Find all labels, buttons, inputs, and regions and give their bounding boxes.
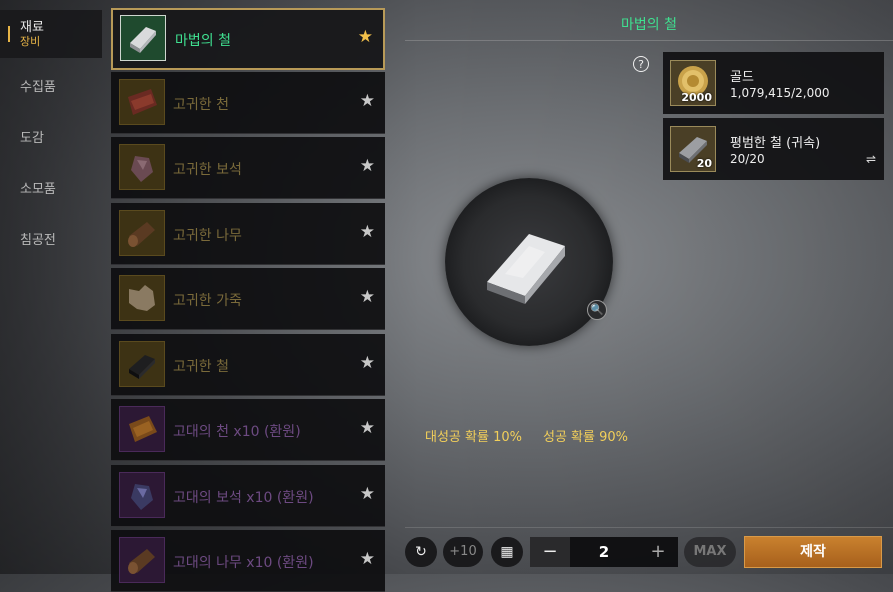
- nav-item-consumables[interactable]: 소모품: [0, 163, 102, 211]
- wood-log-icon: [119, 210, 165, 256]
- star-icon[interactable]: ★: [360, 419, 375, 437]
- iron-bar-icon: [487, 234, 565, 304]
- recipe-list: 마법의 철 ★ 고귀한 천 ★ 고귀한 보석 ★ 고귀한 나무 ★ 고귀한 가죽…: [110, 8, 386, 592]
- nav-item-label: 침공전: [20, 232, 56, 248]
- help-icon[interactable]: ?: [633, 56, 649, 72]
- nav-item-invasion[interactable]: 침공전: [0, 214, 102, 262]
- star-icon[interactable]: ★: [360, 223, 375, 241]
- list-item-label: 고귀한 나무: [173, 228, 242, 244]
- star-icon[interactable]: ★: [360, 157, 375, 175]
- list-item[interactable]: 고대의 천 x10 (환원) ★: [111, 399, 385, 461]
- active-indicator: [8, 26, 10, 42]
- gem-icon: [119, 472, 165, 518]
- material-qty: 2000: [681, 91, 712, 104]
- item-preview: [445, 178, 613, 346]
- list-item-label: 마법의 철: [175, 33, 231, 49]
- material-iron[interactable]: 20 평범한 철 (귀속) 20/20 ⇌: [663, 118, 884, 180]
- nav-item-materials[interactable]: 재료 장비: [0, 10, 102, 58]
- nav-item-label: 수집품: [20, 79, 56, 95]
- list-item[interactable]: 고귀한 천 ★: [111, 72, 385, 134]
- cloth-icon: [119, 406, 165, 452]
- wood-log-icon: [119, 537, 165, 583]
- quantity-value[interactable]: 2: [570, 537, 638, 567]
- material-count: 20/20: [730, 152, 765, 166]
- nav-item-label: 재료: [20, 19, 44, 35]
- decrease-button[interactable]: −: [530, 537, 570, 567]
- swap-icon[interactable]: ⇌: [866, 152, 876, 166]
- title-divider: [405, 40, 893, 41]
- list-item-label: 고귀한 철: [173, 359, 229, 375]
- list-item-label: 고대의 천 x10 (환원): [173, 424, 301, 440]
- gold-coin-icon: 2000: [670, 60, 716, 106]
- star-icon[interactable]: ★: [360, 354, 375, 372]
- list-item-label: 고대의 보석 x10 (환원): [173, 490, 314, 506]
- success-rate: 성공 확률 90%: [543, 430, 628, 445]
- max-button[interactable]: MAX: [684, 537, 736, 567]
- list-item[interactable]: 고귀한 가죽 ★: [111, 268, 385, 330]
- list-item[interactable]: 고귀한 철 ★: [111, 334, 385, 396]
- list-item-label: 고귀한 천: [173, 97, 229, 113]
- zoom-icon[interactable]: 🔍: [587, 300, 607, 320]
- category-nav: 재료 장비 수집품 도감 소모품 침공전: [0, 0, 104, 574]
- material-count: 1,079,415/2,000: [730, 86, 830, 100]
- list-item[interactable]: 고귀한 나무 ★: [111, 203, 385, 265]
- cloth-icon: [119, 79, 165, 125]
- item-title: 마법의 철: [621, 17, 677, 33]
- gem-icon: [119, 144, 165, 190]
- iron-bar-icon: [120, 15, 166, 61]
- material-name: 골드: [730, 70, 754, 85]
- iron-bar-icon: 20: [670, 126, 716, 172]
- star-icon[interactable]: ★: [360, 92, 375, 110]
- nav-item-codex[interactable]: 도감: [0, 112, 102, 160]
- list-item-label: 고귀한 보석: [173, 162, 242, 178]
- bottom-divider: [405, 527, 893, 528]
- calculator-icon[interactable]: ▦: [491, 537, 523, 567]
- list-item-label: 고귀한 가죽: [173, 293, 242, 309]
- increase-button[interactable]: +: [638, 537, 678, 567]
- list-item[interactable]: 고대의 나무 x10 (환원) ★: [111, 530, 385, 592]
- nav-item-sublabel: 장비: [20, 34, 41, 48]
- list-item-label: 고대의 나무 x10 (환원): [173, 555, 314, 571]
- material-gold[interactable]: 2000 골드 1,079,415/2,000: [663, 52, 884, 114]
- nav-item-label: 도감: [20, 130, 44, 146]
- star-icon[interactable]: ★: [358, 28, 373, 46]
- list-item[interactable]: 고대의 보석 x10 (환원) ★: [111, 465, 385, 527]
- material-qty: 20: [696, 157, 712, 170]
- star-icon[interactable]: ★: [360, 550, 375, 568]
- great-success-rate: 대성공 확률 10%: [425, 430, 522, 445]
- list-item-selected[interactable]: 마법의 철 ★: [111, 8, 385, 70]
- reset-button[interactable]: ↻: [405, 537, 437, 567]
- plus-ten-button[interactable]: +10: [443, 537, 483, 567]
- nav-item-label: 소모품: [20, 181, 56, 197]
- leather-hide-icon: [119, 275, 165, 321]
- nav-item-collectibles[interactable]: 수집품: [0, 61, 102, 109]
- list-item[interactable]: 고귀한 보석 ★: [111, 137, 385, 199]
- iron-bar-icon: [119, 341, 165, 387]
- star-icon[interactable]: ★: [360, 485, 375, 503]
- material-name: 평범한 철 (귀속): [730, 136, 821, 151]
- quantity-stepper: − 2 +: [530, 537, 678, 567]
- star-icon[interactable]: ★: [360, 288, 375, 306]
- craft-button[interactable]: 제작: [744, 536, 882, 568]
